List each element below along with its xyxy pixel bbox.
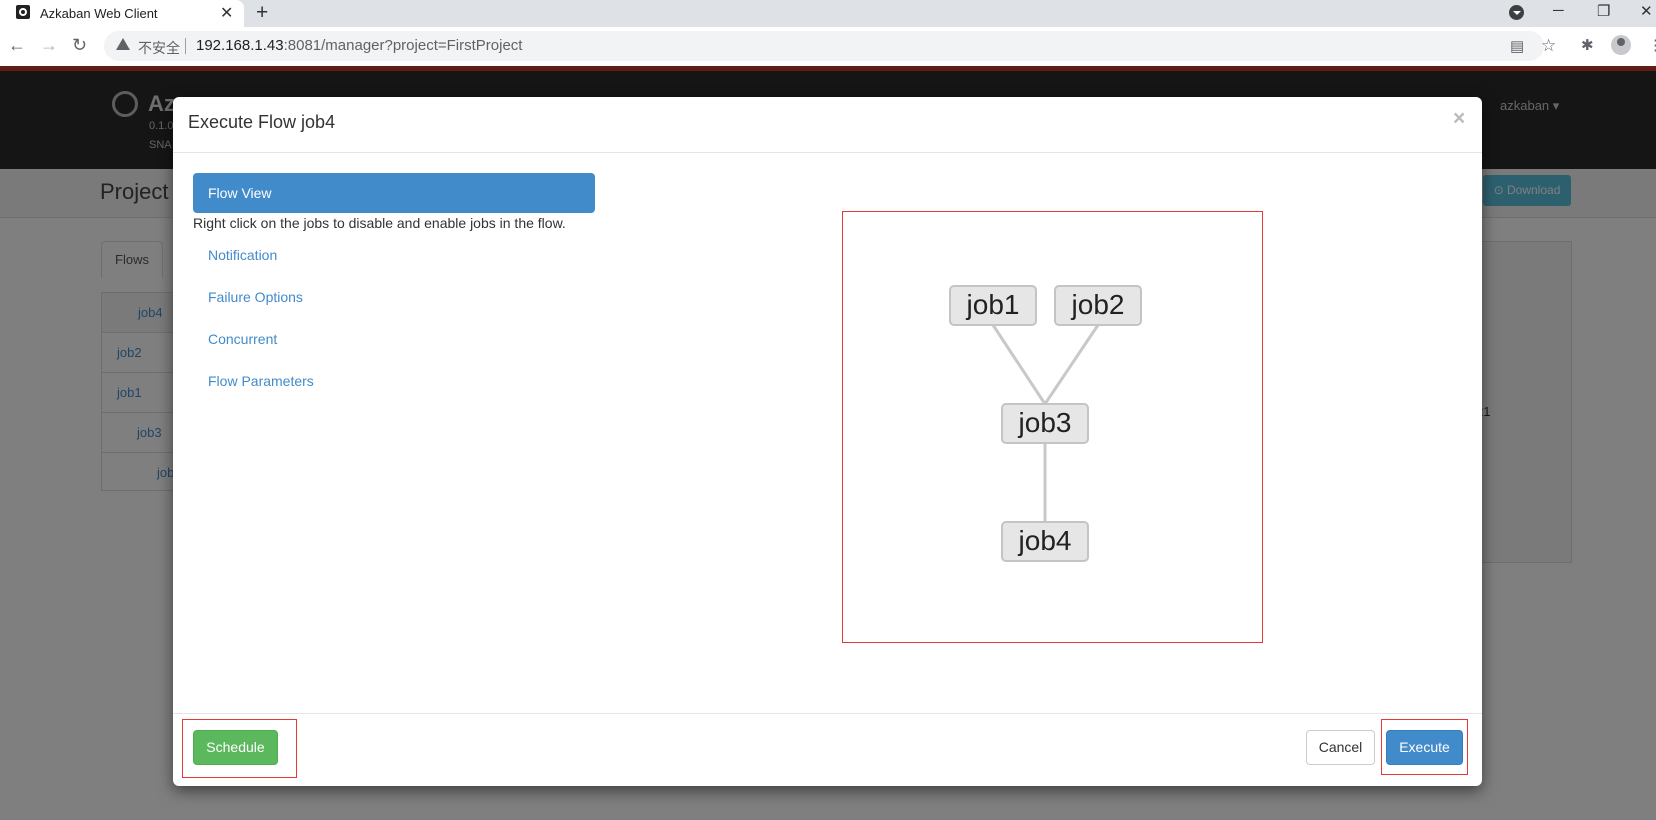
translate-icon[interactable]: ▤ (1510, 37, 1524, 55)
bookmark-star-icon[interactable]: ☆ (1541, 36, 1556, 56)
flow-view-nav[interactable]: Flow View (193, 173, 595, 213)
profile-avatar-icon[interactable] (1611, 35, 1631, 55)
new-tab-icon[interactable]: + (256, 1, 268, 25)
close-icon[interactable]: × (1453, 107, 1465, 131)
cancel-button[interactable]: Cancel (1306, 730, 1375, 765)
graph-node[interactable]: job2 (1054, 285, 1142, 326)
graph-node-label: job2 (1071, 289, 1125, 320)
nav-flow-parameters[interactable]: Flow Parameters (208, 373, 314, 389)
browser-tab-bar: Azkaban Web Client ✕ + ─ ❐ ✕ (0, 0, 1656, 27)
tab-search-icon[interactable] (1509, 5, 1524, 20)
warning-icon (116, 38, 130, 50)
nav-notification[interactable]: Notification (208, 247, 277, 263)
modal-header: Execute Flow job4 × (173, 97, 1482, 153)
tab-close-icon[interactable]: ✕ (220, 3, 233, 23)
security-label[interactable]: 不安全 (138, 38, 180, 58)
modal-footer: Schedule Cancel Execute (173, 713, 1482, 787)
nav-failure-options[interactable]: Failure Options (208, 289, 303, 305)
graph-node-label: job1 (966, 289, 1020, 320)
reload-icon[interactable]: ↻ (72, 35, 87, 56)
modal-title: Execute Flow job4 (188, 112, 336, 132)
browser-tab[interactable]: Azkaban Web Client ✕ (0, 0, 244, 27)
address-divider (185, 38, 186, 54)
graph-node[interactable]: job4 (1001, 521, 1089, 562)
graph-node-label: job4 (1018, 525, 1072, 556)
flow-graph: job1 job2 job3 job4 (842, 211, 1263, 643)
nav-concurrent[interactable]: Concurrent (208, 331, 277, 347)
minimize-icon[interactable]: ─ (1553, 2, 1564, 19)
url-host: 192.168.1.43 (196, 37, 284, 54)
restore-icon[interactable]: ❐ (1597, 2, 1610, 20)
graph-node-label: job3 (1018, 407, 1072, 438)
azkaban-favicon-icon (16, 5, 30, 19)
execute-button[interactable]: Execute (1386, 730, 1463, 765)
graph-node[interactable]: job3 (1001, 403, 1089, 444)
forward-arrow-icon[interactable]: → (40, 35, 58, 56)
extensions-icon[interactable]: ✱ (1581, 36, 1594, 54)
url-text[interactable]: 192.168.1.43:8081/manager?project=FirstP… (196, 37, 522, 54)
browser-toolbar: ← → ↻ 不安全 192.168.1.43:8081/manager?proj… (0, 27, 1656, 66)
more-menu-icon[interactable]: ⋮ (1648, 36, 1656, 54)
flow-graph-canvas: job1 job2 job3 job4 (949, 285, 1142, 562)
execute-flow-modal: Execute Flow job4 × Flow View Right clic… (173, 97, 1482, 786)
graph-node[interactable]: job1 (949, 285, 1037, 326)
address-bar[interactable]: 不安全 192.168.1.43:8081/manager?project=Fi… (104, 31, 1556, 61)
back-arrow-icon[interactable]: ← (8, 35, 26, 56)
graph-edge (1043, 324, 1100, 405)
url-path: :8081/manager?project=FirstProject (283, 37, 523, 54)
graph-edge (991, 324, 1047, 405)
window-close-icon[interactable]: ✕ (1640, 2, 1653, 20)
flow-view-help-text: Right click on the jobs to disable and e… (193, 215, 566, 231)
tab-title: Azkaban Web Client (40, 6, 158, 21)
schedule-button[interactable]: Schedule (193, 730, 278, 765)
